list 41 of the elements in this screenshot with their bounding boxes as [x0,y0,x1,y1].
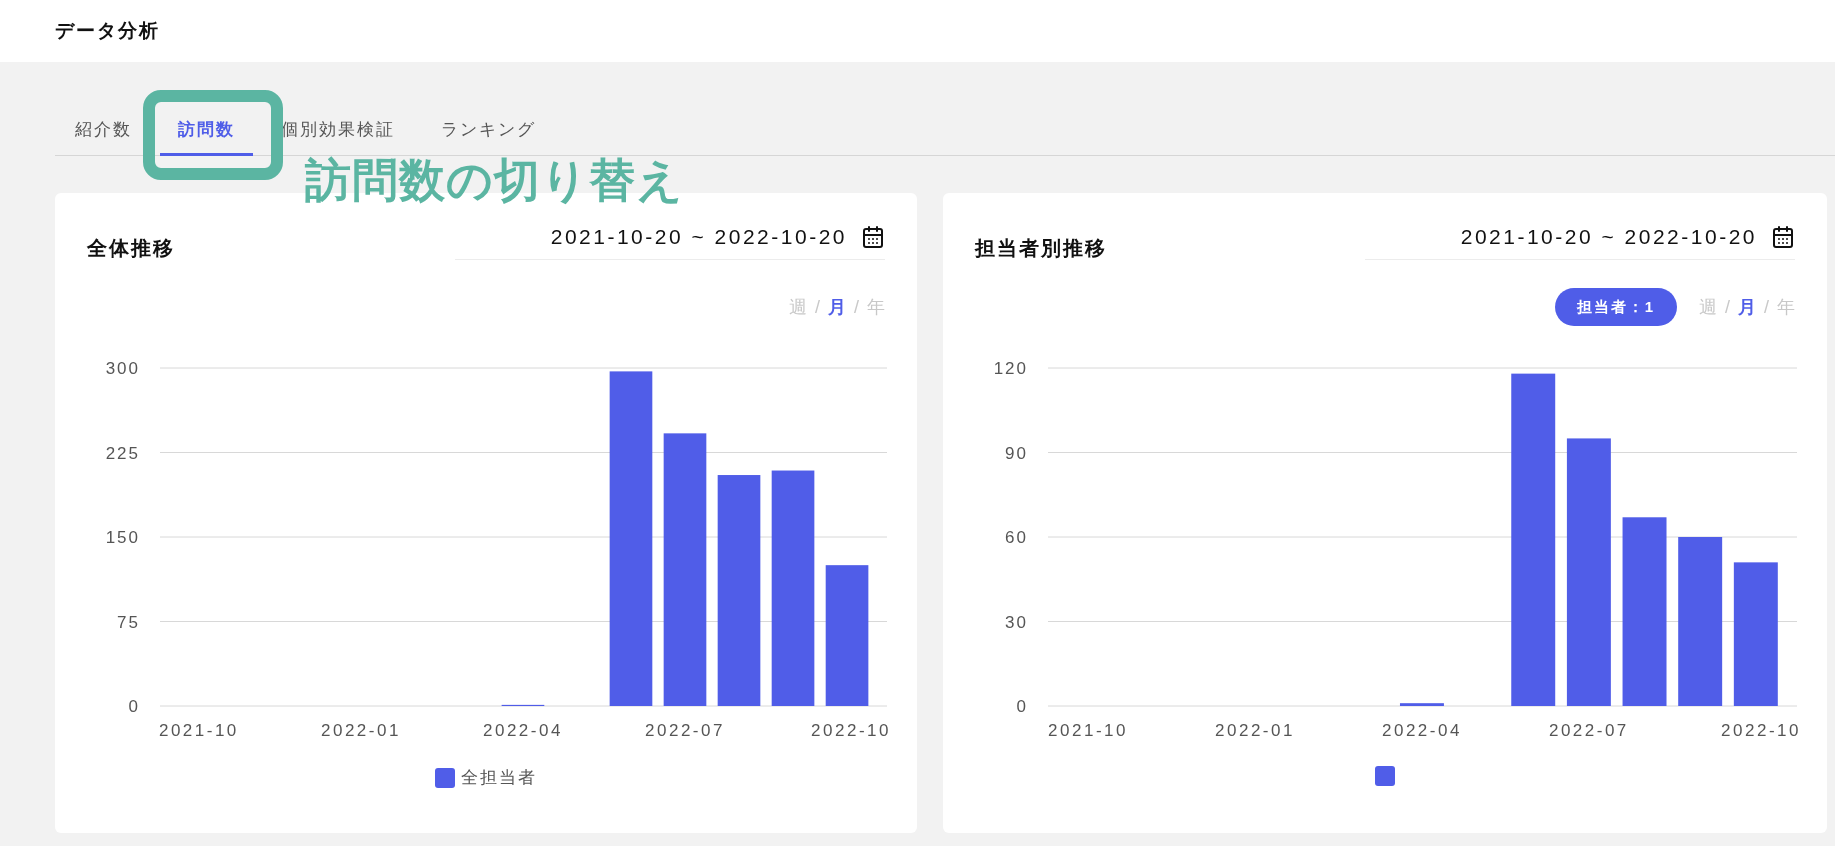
x-axis-label: 2022-01 [1215,721,1295,740]
card-title: 担当者別推移 [975,236,1107,261]
bar [1399,703,1444,706]
tab[interactable]: 紹介数 [57,116,150,156]
period-option[interactable]: 月 [1738,295,1756,319]
x-axis-label: 2022-04 [483,721,563,740]
separator: / [814,296,820,318]
separator: / [1764,296,1769,318]
tab[interactable]: ランキング [423,116,554,156]
tab[interactable]: 個別効果検証 [263,116,413,156]
y-axis-label: 300 [105,359,140,378]
y-axis-label: 0 [1016,697,1028,716]
x-axis-label: 2022-10 [1721,721,1801,740]
separator: / [854,296,859,318]
x-axis-label: 2022-04 [1382,721,1462,740]
separator: / [1724,296,1730,318]
x-axis-label: 2021-10 [158,721,239,740]
annotation-text: 訪問数の切り替え [305,157,684,203]
y-axis-label: 30 [1005,612,1028,632]
page-title: データ分析 [55,19,160,43]
calendar-icon [1771,225,1795,249]
x-axis-label: 2022-10 [811,721,891,740]
date-range-field[interactable]: 2021-10-20 ~ 2022-10-20 [1365,225,1795,260]
y-axis-label: 90 [1005,443,1028,463]
assignee-filter-button[interactable]: 担当者：1 [1554,288,1677,326]
calendar-icon [861,225,885,249]
date-range-field[interactable]: 2021-10-20 ~ 2022-10-20 [455,225,885,260]
y-axis-label: 0 [128,697,140,716]
y-axis-label: 120 [993,359,1028,378]
tab[interactable]: 訪問数 [160,116,253,156]
x-axis-label: 2022-07 [645,721,725,740]
legend-label: 全担当者 [461,767,537,789]
x-axis-label: 2021-10 [1048,721,1128,740]
y-axis-label: 75 [117,612,140,632]
x-axis-label: 2022-07 [1548,721,1629,740]
y-axis-label: 225 [105,443,140,463]
x-axis-label: 2022-01 [321,721,401,740]
card-title: 全体推移 [87,236,175,261]
period-option[interactable]: 月 [828,295,846,319]
y-axis-label: 150 [105,528,140,547]
y-axis-label: 60 [1005,528,1028,547]
